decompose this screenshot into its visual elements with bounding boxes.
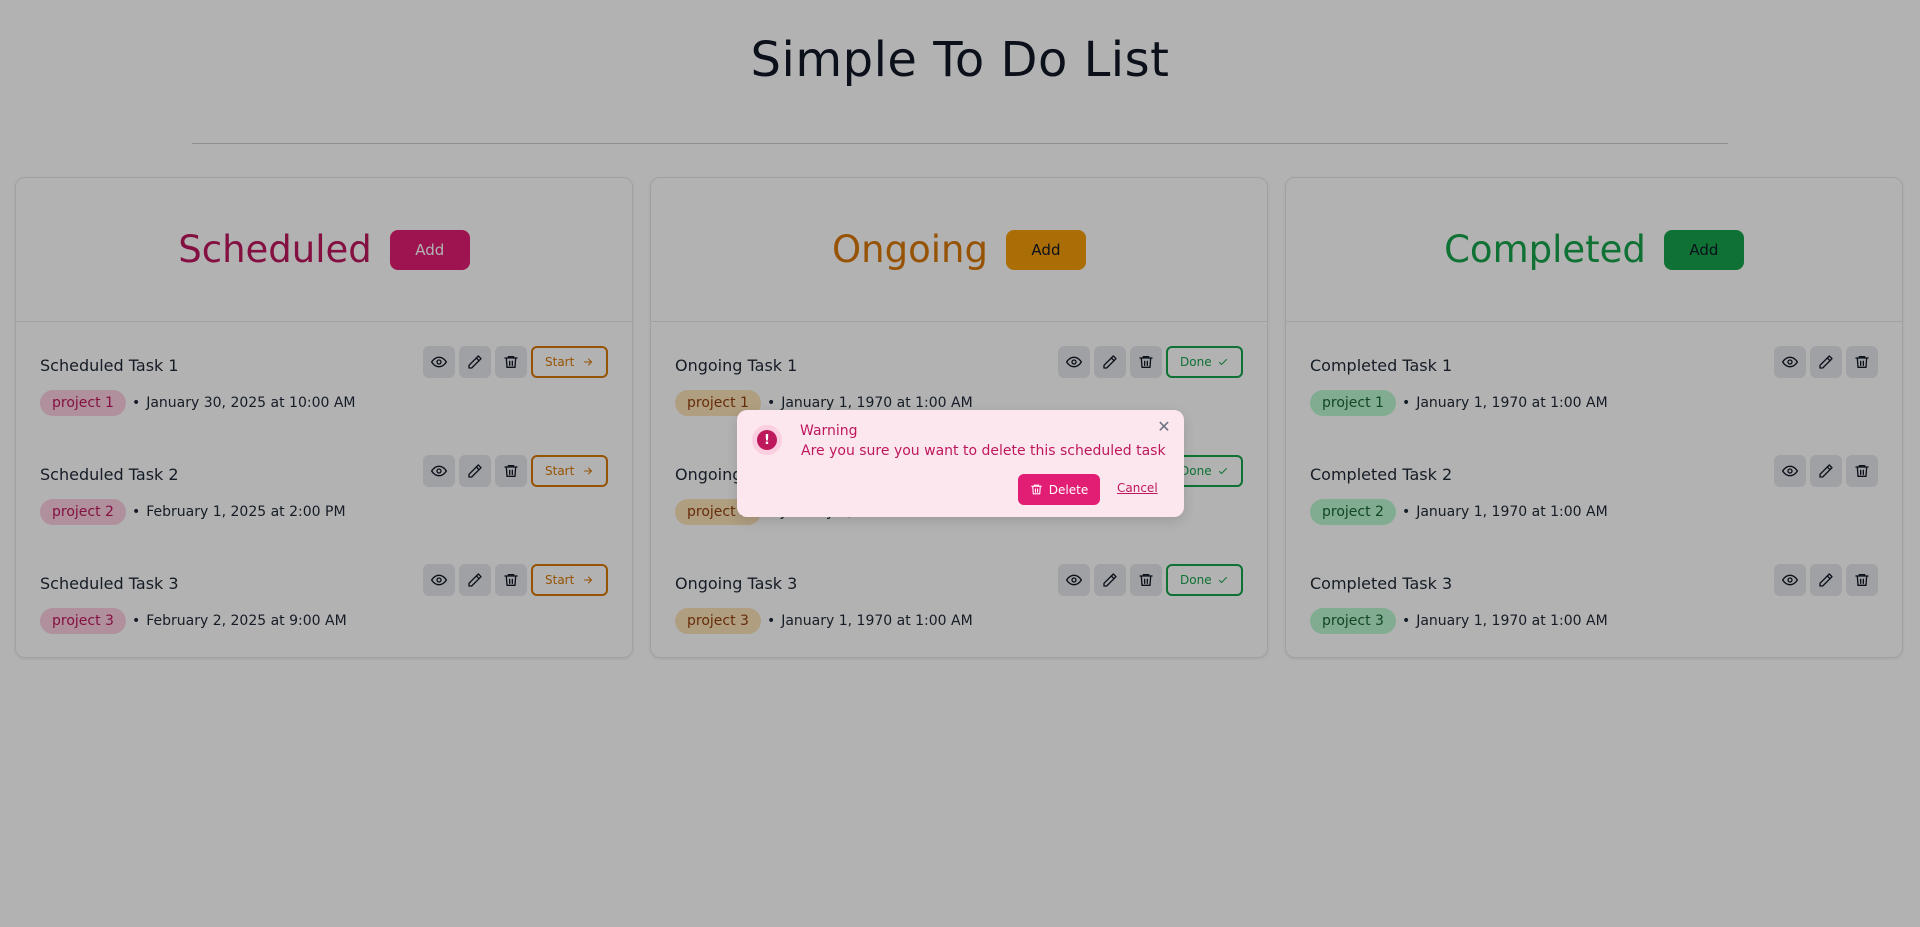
trash-icon xyxy=(1030,484,1042,495)
modal-title: Warning xyxy=(800,423,858,439)
page: Simple To Do List Scheduled Add Scheduled … xyxy=(0,0,1920,927)
close-icon[interactable]: ✕ xyxy=(1156,420,1172,436)
warning-glyph: ! xyxy=(757,430,777,450)
delete-warning-modal: ! Warning Are you sure you want to delet… xyxy=(737,410,1184,517)
warning-icon: ! xyxy=(752,425,782,455)
confirm-delete-button[interactable]: Delete xyxy=(1018,474,1100,505)
cancel-button[interactable]: Cancel xyxy=(1117,481,1158,495)
modal-message: Are you sure you want to delete this sch… xyxy=(801,443,1166,459)
delete-label: Delete xyxy=(1048,482,1089,497)
